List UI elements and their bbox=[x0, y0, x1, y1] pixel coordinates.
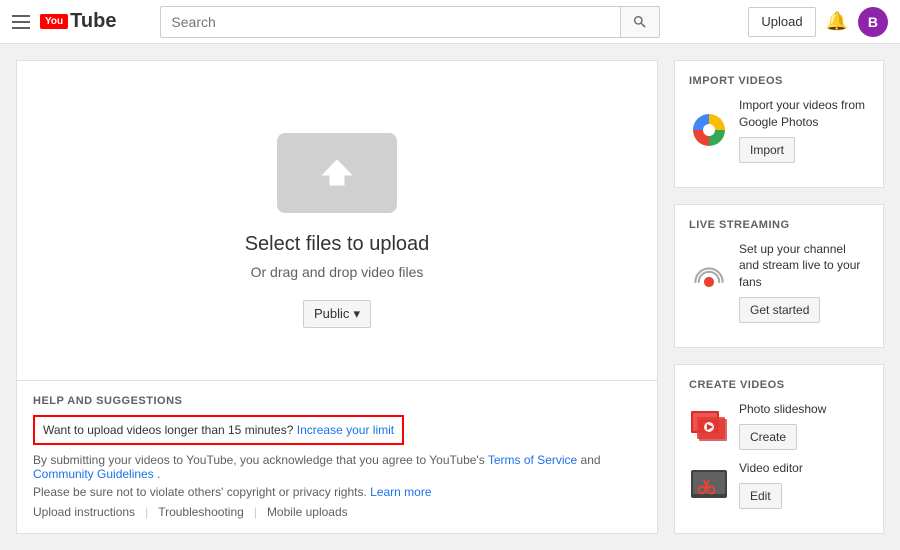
youtube-logo-box: You bbox=[40, 14, 68, 29]
privacy-arrow-icon: ▾ bbox=[353, 306, 360, 322]
upload-title: Select files to upload bbox=[245, 233, 430, 256]
import-text: Import your videos from Google Photos Im… bbox=[739, 97, 869, 163]
learn-more-link[interactable]: Learn more bbox=[370, 485, 431, 499]
privacy-dropdown[interactable]: Public ▾ bbox=[303, 300, 371, 328]
live-title: LIVE STREAMING bbox=[689, 219, 869, 231]
tos-link[interactable]: Terms of Service bbox=[488, 453, 577, 467]
live-item: Set up your channel and stream live to y… bbox=[689, 241, 869, 323]
header-left: You Tube bbox=[12, 10, 116, 33]
sidebar: IMPORT VIDEOS Import your videos from Go… bbox=[674, 60, 884, 534]
bell-icon[interactable]: 🔔 bbox=[826, 11, 848, 32]
import-videos-card: IMPORT VIDEOS Import your videos from Go… bbox=[674, 60, 884, 188]
editor-item: Video editor Edit bbox=[689, 460, 869, 509]
editor-text: Video editor Edit bbox=[739, 460, 869, 509]
import-desc: Import your videos from Google Photos bbox=[739, 97, 869, 131]
header: You Tube Upload 🔔 B bbox=[0, 0, 900, 44]
guidelines-link[interactable]: Community Guidelines bbox=[33, 467, 154, 481]
mobile-uploads-link[interactable]: Mobile uploads bbox=[267, 505, 348, 519]
search-bar bbox=[160, 6, 660, 38]
increase-limit-link[interactable]: Increase your limit bbox=[297, 423, 394, 437]
import-item: Import your videos from Google Photos Im… bbox=[689, 97, 869, 163]
help-highlight-box: Want to upload videos longer than 15 min… bbox=[33, 415, 404, 445]
divider-1: | bbox=[145, 505, 148, 519]
upload-instructions-link[interactable]: Upload instructions bbox=[33, 505, 135, 519]
youtube-logo: You Tube bbox=[40, 10, 116, 33]
get-started-button[interactable]: Get started bbox=[739, 297, 820, 323]
upload-subtitle: Or drag and drop video files bbox=[251, 264, 424, 280]
upload-header-button[interactable]: Upload bbox=[748, 7, 815, 37]
header-right: Upload 🔔 B bbox=[748, 7, 888, 37]
slideshow-icon bbox=[689, 405, 729, 445]
tos-and: and bbox=[581, 453, 601, 467]
create-videos-card: CREATE VIDEOS Photo slideshow Create bbox=[674, 364, 884, 534]
help-section: HELP AND SUGGESTIONS Want to upload vide… bbox=[17, 380, 657, 533]
troubleshooting-link[interactable]: Troubleshooting bbox=[158, 505, 244, 519]
editor-icon bbox=[689, 464, 729, 504]
google-photos-icon bbox=[689, 110, 729, 150]
hamburger-icon[interactable] bbox=[12, 15, 30, 29]
upload-icon-box bbox=[277, 133, 397, 213]
edit-button[interactable]: Edit bbox=[739, 483, 782, 509]
live-text: Set up your channel and stream live to y… bbox=[739, 241, 869, 323]
upload-arrow-icon bbox=[312, 148, 362, 198]
avatar[interactable]: B bbox=[858, 7, 888, 37]
search-button[interactable] bbox=[620, 6, 660, 38]
youtube-logo-text: Tube bbox=[70, 10, 116, 33]
live-desc: Set up your channel and stream live to y… bbox=[739, 241, 869, 291]
create-slideshow-button[interactable]: Create bbox=[739, 424, 797, 450]
create-title: CREATE VIDEOS bbox=[689, 379, 869, 391]
upload-section: Select files to upload Or drag and drop … bbox=[16, 60, 658, 534]
tos-post: . bbox=[157, 467, 160, 481]
slideshow-title: Photo slideshow bbox=[739, 401, 869, 418]
privacy-text: Please be sure not to violate others' co… bbox=[33, 485, 367, 499]
live-streaming-card: LIVE STREAMING Set up your channel and s… bbox=[674, 204, 884, 348]
import-title: IMPORT VIDEOS bbox=[689, 75, 869, 87]
search-icon bbox=[632, 14, 648, 30]
help-tos-text: By submitting your videos to YouTube, yo… bbox=[33, 453, 641, 481]
slideshow-text: Photo slideshow Create bbox=[739, 401, 869, 450]
upload-dropzone[interactable]: Select files to upload Or drag and drop … bbox=[17, 61, 657, 380]
slideshow-item: Photo slideshow Create bbox=[689, 401, 869, 450]
help-privacy-text: Please be sure not to violate others' co… bbox=[33, 485, 641, 499]
editor-title: Video editor bbox=[739, 460, 869, 477]
live-streaming-icon bbox=[689, 262, 729, 302]
privacy-label: Public bbox=[314, 306, 349, 321]
tos-pre: By submitting your videos to YouTube, yo… bbox=[33, 453, 485, 467]
divider-2: | bbox=[254, 505, 257, 519]
help-title: HELP AND SUGGESTIONS bbox=[33, 395, 641, 407]
help-links: Upload instructions | Troubleshooting | … bbox=[33, 505, 641, 519]
main-container: Select files to upload Or drag and drop … bbox=[0, 44, 900, 550]
limit-text: Want to upload videos longer than 15 min… bbox=[43, 423, 293, 437]
search-input[interactable] bbox=[160, 6, 620, 38]
import-button[interactable]: Import bbox=[739, 137, 795, 163]
